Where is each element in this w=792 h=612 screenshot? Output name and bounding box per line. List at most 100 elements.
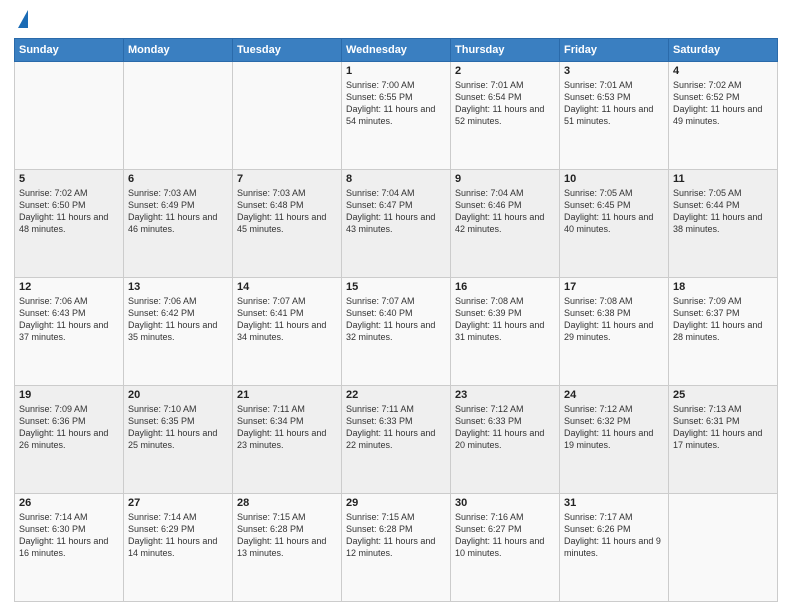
calendar-cell: 10 Sunrise: 7:05 AM Sunset: 6:45 PM Dayli… bbox=[560, 170, 669, 278]
calendar-cell: 1 Sunrise: 7:00 AM Sunset: 6:55 PM Daylig… bbox=[342, 62, 451, 170]
day-number: 27 bbox=[128, 497, 228, 509]
weekday-row: SundayMondayTuesdayWednesdayThursdayFrid… bbox=[15, 39, 778, 62]
weekday-header-thursday: Thursday bbox=[451, 39, 560, 62]
weekday-header-wednesday: Wednesday bbox=[342, 39, 451, 62]
day-info: Sunrise: 7:08 AM Sunset: 6:38 PM Dayligh… bbox=[564, 295, 664, 344]
day-number: 25 bbox=[673, 389, 773, 401]
day-number: 16 bbox=[455, 281, 555, 293]
day-number: 5 bbox=[19, 173, 119, 185]
day-info: Sunrise: 7:10 AM Sunset: 6:35 PM Dayligh… bbox=[128, 403, 228, 452]
day-number: 6 bbox=[128, 173, 228, 185]
day-number: 13 bbox=[128, 281, 228, 293]
day-number: 28 bbox=[237, 497, 337, 509]
day-info: Sunrise: 7:01 AM Sunset: 6:53 PM Dayligh… bbox=[564, 79, 664, 128]
calendar-cell: 23Sunrise: 7:12 AM Sunset: 6:33 PM Dayli… bbox=[451, 386, 560, 494]
calendar-cell: 4Sunrise: 7:02 AM Sunset: 6:52 PM Daylig… bbox=[669, 62, 778, 170]
calendar-cell: 16 Sunrise: 7:08 AM Sunset: 6:39 PM Dayli… bbox=[451, 278, 560, 386]
day-info: Sunrise: 7:06 AM Sunset: 6:43 PM Dayligh… bbox=[19, 295, 119, 344]
page: SundayMondayTuesdayWednesdayThursdayFrid… bbox=[0, 0, 792, 612]
day-number: 15 bbox=[346, 281, 446, 293]
calendar-cell: 3 Sunrise: 7:01 AM Sunset: 6:53 PM Daylig… bbox=[560, 62, 669, 170]
calendar-cell: 25Sunrise: 7:13 AM Sunset: 6:31 PM Dayli… bbox=[669, 386, 778, 494]
calendar-cell: 6 Sunrise: 7:03 AM Sunset: 6:49 PM Daylig… bbox=[124, 170, 233, 278]
day-info: Sunrise: 7:02 AM Sunset: 6:52 PM Dayligh… bbox=[673, 79, 773, 128]
weekday-header-saturday: Saturday bbox=[669, 39, 778, 62]
day-number: 3 bbox=[564, 65, 664, 77]
calendar-cell: 19 Sunrise: 7:09 AM Sunset: 6:36 PM Dayli… bbox=[15, 386, 124, 494]
day-info: Sunrise: 7:11 AM Sunset: 6:33 PM Dayligh… bbox=[346, 403, 446, 452]
day-number: 18 bbox=[673, 281, 773, 293]
calendar-cell: 24Sunrise: 7:12 AM Sunset: 6:32 PM Dayli… bbox=[560, 386, 669, 494]
day-info: Sunrise: 7:16 AM Sunset: 6:27 PM Dayligh… bbox=[455, 511, 555, 560]
day-number: 7 bbox=[237, 173, 337, 185]
calendar-cell: 20 Sunrise: 7:10 AM Sunset: 6:35 PM Dayli… bbox=[124, 386, 233, 494]
day-info: Sunrise: 7:09 AM Sunset: 6:37 PM Dayligh… bbox=[673, 295, 773, 344]
logo-triangle-icon bbox=[18, 10, 28, 28]
day-info: Sunrise: 7:05 AM Sunset: 6:44 PM Dayligh… bbox=[673, 187, 773, 236]
calendar-cell: 27 Sunrise: 7:14 AM Sunset: 6:29 PM Dayli… bbox=[124, 494, 233, 602]
calendar-cell: 31 Sunrise: 7:17 AM Sunset: 6:26 PM Dayli… bbox=[560, 494, 669, 602]
calendar-cell: 14Sunrise: 7:07 AM Sunset: 6:41 PM Dayli… bbox=[233, 278, 342, 386]
day-info: Sunrise: 7:17 AM Sunset: 6:26 PM Dayligh… bbox=[564, 511, 664, 560]
calendar-cell: 21 Sunrise: 7:11 AM Sunset: 6:34 PM Dayli… bbox=[233, 386, 342, 494]
calendar-cell bbox=[669, 494, 778, 602]
calendar-cell: 11 Sunrise: 7:05 AM Sunset: 6:44 PM Dayli… bbox=[669, 170, 778, 278]
day-number: 21 bbox=[237, 389, 337, 401]
day-info: Sunrise: 7:03 AM Sunset: 6:49 PM Dayligh… bbox=[128, 187, 228, 236]
day-info: Sunrise: 7:05 AM Sunset: 6:45 PM Dayligh… bbox=[564, 187, 664, 236]
day-info: Sunrise: 7:15 AM Sunset: 6:28 PM Dayligh… bbox=[346, 511, 446, 560]
day-number: 14 bbox=[237, 281, 337, 293]
day-number: 26 bbox=[19, 497, 119, 509]
calendar-cell: 9 Sunrise: 7:04 AM Sunset: 6:46 PM Daylig… bbox=[451, 170, 560, 278]
day-number: 20 bbox=[128, 389, 228, 401]
day-info: Sunrise: 7:02 AM Sunset: 6:50 PM Dayligh… bbox=[19, 187, 119, 236]
calendar-cell bbox=[233, 62, 342, 170]
calendar-cell: 12 Sunrise: 7:06 AM Sunset: 6:43 PM Dayli… bbox=[15, 278, 124, 386]
day-number: 30 bbox=[455, 497, 555, 509]
day-number: 8 bbox=[346, 173, 446, 185]
day-info: Sunrise: 7:12 AM Sunset: 6:33 PM Dayligh… bbox=[455, 403, 555, 452]
calendar-cell: 29 Sunrise: 7:15 AM Sunset: 6:28 PM Dayli… bbox=[342, 494, 451, 602]
weekday-header-sunday: Sunday bbox=[15, 39, 124, 62]
day-number: 2 bbox=[455, 65, 555, 77]
day-info: Sunrise: 7:03 AM Sunset: 6:48 PM Dayligh… bbox=[237, 187, 337, 236]
day-number: 29 bbox=[346, 497, 446, 509]
day-number: 11 bbox=[673, 173, 773, 185]
day-number: 12 bbox=[19, 281, 119, 293]
day-info: Sunrise: 7:12 AM Sunset: 6:32 PM Dayligh… bbox=[564, 403, 664, 452]
header bbox=[14, 10, 778, 30]
calendar-cell: 2 Sunrise: 7:01 AM Sunset: 6:54 PM Daylig… bbox=[451, 62, 560, 170]
calendar-cell bbox=[15, 62, 124, 170]
calendar-row: 19 Sunrise: 7:09 AM Sunset: 6:36 PM Dayli… bbox=[15, 386, 778, 494]
day-info: Sunrise: 7:08 AM Sunset: 6:39 PM Dayligh… bbox=[455, 295, 555, 344]
day-info: Sunrise: 7:14 AM Sunset: 6:29 PM Dayligh… bbox=[128, 511, 228, 560]
day-info: Sunrise: 7:00 AM Sunset: 6:55 PM Dayligh… bbox=[346, 79, 446, 128]
day-info: Sunrise: 7:06 AM Sunset: 6:42 PM Dayligh… bbox=[128, 295, 228, 344]
day-info: Sunrise: 7:11 AM Sunset: 6:34 PM Dayligh… bbox=[237, 403, 337, 452]
weekday-header-monday: Monday bbox=[124, 39, 233, 62]
day-number: 19 bbox=[19, 389, 119, 401]
calendar-row: 26Sunrise: 7:14 AM Sunset: 6:30 PM Dayli… bbox=[15, 494, 778, 602]
calendar-row: 12 Sunrise: 7:06 AM Sunset: 6:43 PM Dayli… bbox=[15, 278, 778, 386]
calendar-cell: 18 Sunrise: 7:09 AM Sunset: 6:37 PM Dayli… bbox=[669, 278, 778, 386]
calendar-cell: 28Sunrise: 7:15 AM Sunset: 6:28 PM Dayli… bbox=[233, 494, 342, 602]
calendar-cell: 13 Sunrise: 7:06 AM Sunset: 6:42 PM Dayli… bbox=[124, 278, 233, 386]
day-info: Sunrise: 7:04 AM Sunset: 6:46 PM Dayligh… bbox=[455, 187, 555, 236]
calendar-row: 1 Sunrise: 7:00 AM Sunset: 6:55 PM Daylig… bbox=[15, 62, 778, 170]
day-number: 31 bbox=[564, 497, 664, 509]
day-info: Sunrise: 7:01 AM Sunset: 6:54 PM Dayligh… bbox=[455, 79, 555, 128]
day-number: 1 bbox=[346, 65, 446, 77]
calendar-cell: 17 Sunrise: 7:08 AM Sunset: 6:38 PM Dayli… bbox=[560, 278, 669, 386]
weekday-header-friday: Friday bbox=[560, 39, 669, 62]
calendar-cell: 22Sunrise: 7:11 AM Sunset: 6:33 PM Dayli… bbox=[342, 386, 451, 494]
calendar-cell: 15Sunrise: 7:07 AM Sunset: 6:40 PM Dayli… bbox=[342, 278, 451, 386]
calendar-cell: 8 Sunrise: 7:04 AM Sunset: 6:47 PM Daylig… bbox=[342, 170, 451, 278]
day-number: 9 bbox=[455, 173, 555, 185]
day-info: Sunrise: 7:04 AM Sunset: 6:47 PM Dayligh… bbox=[346, 187, 446, 236]
day-number: 17 bbox=[564, 281, 664, 293]
day-number: 10 bbox=[564, 173, 664, 185]
day-info: Sunrise: 7:09 AM Sunset: 6:36 PM Dayligh… bbox=[19, 403, 119, 452]
calendar-cell: 7 Sunrise: 7:03 AM Sunset: 6:48 PM Daylig… bbox=[233, 170, 342, 278]
weekday-header-tuesday: Tuesday bbox=[233, 39, 342, 62]
calendar: SundayMondayTuesdayWednesdayThursdayFrid… bbox=[14, 38, 778, 602]
